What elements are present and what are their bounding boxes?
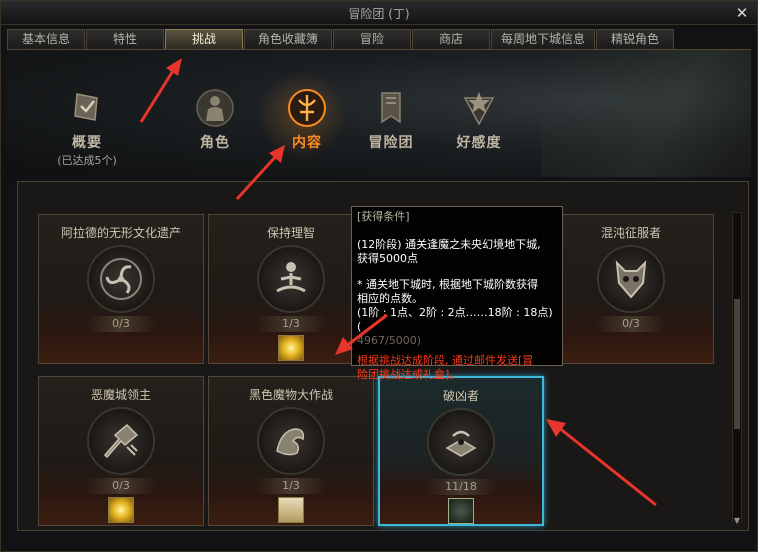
challenge-card-selected[interactable]: 破凶者 11/18	[378, 376, 544, 526]
broken-weapon-icon	[87, 407, 155, 475]
challenge-progress-count: 0/3	[596, 316, 666, 332]
challenge-progress-count: 1/3	[256, 478, 326, 494]
challenge-card[interactable]: 混沌征服者 0/3	[548, 214, 714, 364]
challenge-name: 阿拉德的无形文化遗产	[60, 226, 181, 240]
tab-basic-info[interactable]: 基本信息	[7, 29, 85, 49]
flag-check-icon	[74, 93, 98, 121]
challenge-name: 恶魔城领主	[90, 388, 151, 402]
challenge-name: 保持理智	[266, 226, 315, 240]
tooltip-header: [获得条件]	[357, 210, 410, 223]
scrollbar[interactable]	[732, 212, 742, 522]
challenge-progress-count: 0/3	[86, 316, 156, 332]
triskelion-icon	[87, 245, 155, 313]
challenge-card[interactable]: 恶魔城领主 0/3	[38, 376, 204, 526]
annotation-arrow	[335, 313, 388, 355]
emblem-reward-icon[interactable]	[448, 498, 474, 524]
challenge-name: 黑色魔物大作战	[248, 388, 333, 402]
tooltip-warning: 险团挑战达成礼盒]。	[357, 368, 461, 381]
tooltip-line: (12阶段) 通关逢魔之未央幻境地下城,	[357, 238, 541, 251]
challenge-card[interactable]: 黑色魔物大作战 1/3	[208, 376, 374, 526]
banner-scenery	[541, 50, 751, 177]
annotation-arrow	[546, 419, 657, 507]
demon-mask-icon	[597, 245, 665, 313]
tooltip-line: * 通关地下城时, 根据地下城阶数获得	[357, 278, 538, 291]
challenge-progress-count: 0/3	[86, 478, 156, 494]
title-bar[interactable]: 冒险团 (丁) ✕	[1, 1, 757, 25]
nav-favorability-label: 好感度	[456, 135, 502, 151]
gold-reward-icon[interactable]	[278, 335, 304, 361]
tab-shop[interactable]: 商店	[412, 29, 490, 49]
banner-icon	[381, 92, 401, 124]
content-emblem-icon	[288, 89, 326, 127]
nav-adventure-team[interactable]: 冒险团	[343, 88, 439, 152]
annotation-arrow	[235, 145, 285, 201]
character-icon	[196, 89, 234, 127]
challenge-name: 混沌征服者	[600, 226, 661, 240]
tab-traits[interactable]: 特性	[86, 29, 164, 49]
window-title: 冒险团 (丁)	[348, 7, 410, 21]
scrollbar-thumb[interactable]	[734, 299, 740, 429]
category-banner: 概要 (已达成5个) 角色 内容 冒险团 好感度	[7, 49, 751, 177]
nav-overview[interactable]: 概要 (已达成5个)	[39, 88, 135, 168]
challenge-progress-count: 1/3	[256, 316, 326, 332]
nav-overview-sub: (已达成5个)	[57, 154, 117, 167]
tab-challenge[interactable]: 挑战	[165, 29, 243, 49]
tooltip-line: 相应的点数。	[357, 292, 423, 305]
adventure-team-window: 冒险团 (丁) ✕ 基本信息 特性 挑战 角色收藏簿 冒险 商店 每周地下城信息…	[0, 0, 758, 552]
tab-weekly-dungeon-info[interactable]: 每周地下城信息	[491, 29, 595, 49]
annotation-arrow	[139, 58, 182, 123]
close-button[interactable]: ✕	[733, 4, 751, 22]
tooltip-line: 获得5000点	[357, 252, 418, 265]
gold-reward-icon[interactable]	[108, 497, 134, 523]
nav-overview-label: 概要	[72, 135, 102, 151]
scroll-reward-icon[interactable]	[278, 497, 304, 523]
challenge-name: 破凶者	[442, 389, 479, 403]
scroll-down-icon[interactable]: ▼	[732, 516, 742, 526]
tab-bar: 基本信息 特性 挑战 角色收藏簿 冒险 商店 每周地下城信息 精锐角色	[7, 29, 749, 49]
tab-adventure[interactable]: 冒险	[333, 29, 411, 49]
nav-adventure-team-label: 冒险团	[368, 135, 414, 151]
dragon-icon	[257, 407, 325, 475]
tab-character-collection[interactable]: 角色收藏簿	[244, 29, 332, 49]
meditation-icon	[257, 245, 325, 313]
tab-elite-characters[interactable]: 精锐角色	[596, 29, 674, 49]
challenge-card[interactable]: 阿拉德的无形文化遗产 0/3	[38, 214, 204, 364]
nav-favorability[interactable]: 好感度	[431, 88, 527, 152]
altar-icon	[427, 408, 495, 476]
star-emblem-icon	[463, 92, 495, 126]
challenge-progress-count: 11/18	[426, 479, 496, 495]
